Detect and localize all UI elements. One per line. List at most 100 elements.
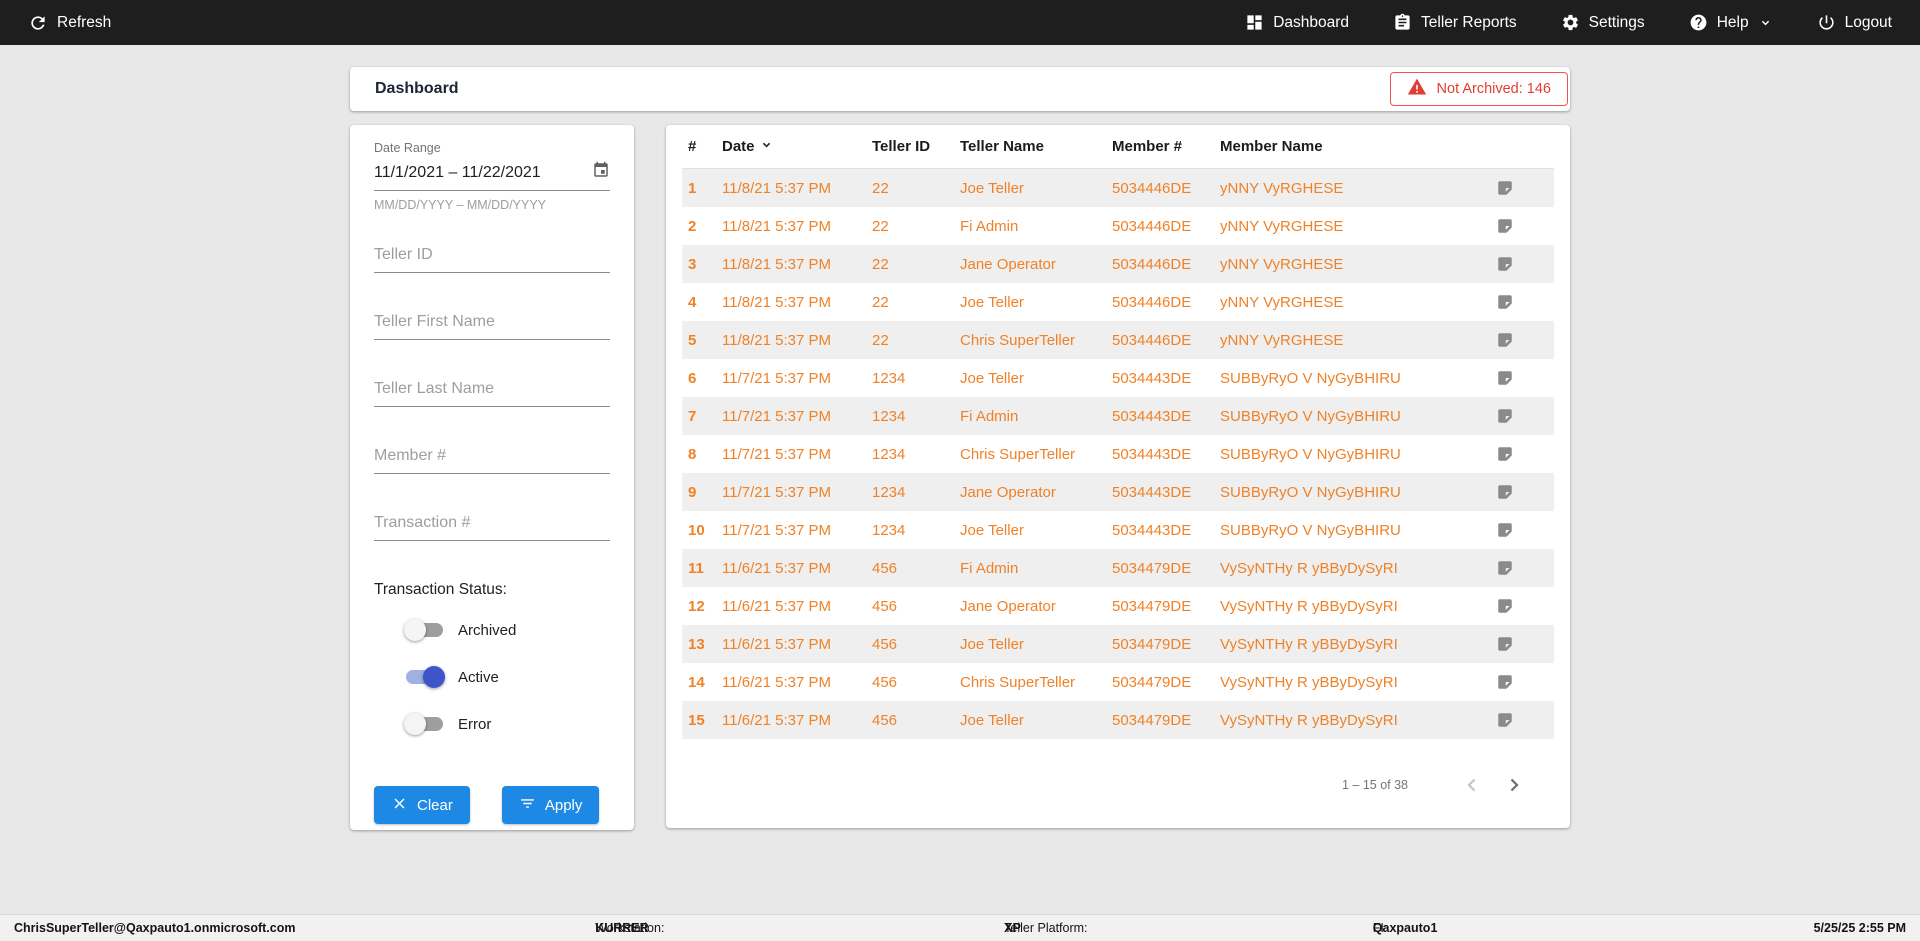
cell-member-name: yNNY VyRGHESE [1220, 255, 1344, 273]
cell-teller-name: Fi Admin [960, 217, 1019, 235]
refresh-button[interactable]: Refresh [28, 13, 111, 33]
cell-date: 11/7/21 5:37 PM [722, 369, 831, 387]
table-row[interactable]: 12 11/6/21 5:37 PM 456 Jane Operator 5034479… [682, 587, 1554, 625]
calendar-icon[interactable] [592, 161, 610, 184]
cell-teller-name: Chris SuperTeller [960, 673, 1076, 691]
archived-toggle-label: Archived [458, 621, 517, 639]
power-icon [1817, 13, 1836, 32]
cell-teller-name: Joe Teller [960, 293, 1024, 311]
prev-page-button[interactable] [1456, 769, 1488, 801]
cell-member-name: VySyNTHy R yBByDySyRI [1220, 635, 1398, 653]
current-datetime: 5/25/25 2:55 PM [1813, 921, 1906, 935]
column-header-date[interactable]: Date [722, 137, 872, 156]
nav-logout[interactable]: Logout [1817, 13, 1892, 32]
note-icon[interactable] [1484, 673, 1554, 691]
next-page-button[interactable] [1498, 769, 1530, 801]
cell-num: 6 [688, 369, 697, 387]
nav-settings[interactable]: Settings [1561, 13, 1645, 32]
note-icon[interactable] [1484, 331, 1554, 349]
table-row[interactable]: 15 11/6/21 5:37 PM 456 Joe Teller 5034479DE V… [682, 701, 1554, 739]
cell-teller-name: Joe Teller [960, 711, 1024, 729]
clear-button[interactable]: Clear [374, 786, 470, 824]
table-row[interactable]: 3 11/8/21 5:37 PM 22 Jane Operator 5034446DE… [682, 245, 1554, 283]
table-row[interactable]: 14 11/6/21 5:37 PM 456 Chris SuperTeller 503… [682, 663, 1554, 701]
apply-button-label: Apply [544, 796, 583, 814]
note-icon[interactable] [1484, 635, 1554, 653]
column-header-member-num[interactable]: Member # [1112, 138, 1220, 155]
note-icon[interactable] [1484, 255, 1554, 273]
cell-member-name: SUBByRyO V NyGyBHIRU [1220, 521, 1401, 539]
sort-desc-icon [759, 137, 774, 156]
nav-settings-label: Settings [1588, 13, 1645, 31]
teller-first-name-input[interactable] [374, 307, 610, 340]
teller-id-input[interactable] [374, 240, 610, 273]
cell-member-name: yNNY VyRGHESE [1220, 293, 1344, 311]
warning-icon [1407, 77, 1427, 101]
note-icon[interactable] [1484, 597, 1554, 615]
nav-dashboard[interactable]: Dashboard [1245, 13, 1349, 32]
cell-teller-id: 1234 [872, 445, 906, 463]
workstation-info: Workstation: KURRER [595, 921, 665, 935]
refresh-label: Refresh [57, 13, 112, 31]
table-row[interactable]: 8 11/7/21 5:37 PM 1234 Chris SuperTeller 503… [682, 435, 1554, 473]
cell-member-name: yNNY VyRGHESE [1220, 179, 1344, 197]
date-range-field[interactable] [374, 157, 610, 191]
cell-date: 11/8/21 5:37 PM [722, 179, 831, 197]
cell-teller-id: 456 [872, 673, 898, 691]
table-row[interactable]: 9 11/7/21 5:37 PM 1234 Jane Operator 5034443… [682, 473, 1554, 511]
note-icon[interactable] [1484, 711, 1554, 729]
table-row[interactable]: 1 11/8/21 5:37 PM 22 Joe Teller 5034446DE yNN… [682, 169, 1554, 207]
archived-toggle[interactable] [404, 619, 445, 641]
cell-date: 11/7/21 5:37 PM [722, 521, 831, 539]
note-icon[interactable] [1484, 369, 1554, 387]
toggle-row-active: Active [404, 661, 610, 693]
member-number-input[interactable] [374, 441, 610, 474]
note-icon[interactable] [1484, 521, 1554, 539]
page-title: Dashboard [375, 80, 459, 97]
table-row[interactable]: 4 11/8/21 5:37 PM 22 Joe Teller 5034446DE yNN… [682, 283, 1554, 321]
table-row[interactable]: 5 11/8/21 5:37 PM 22 Chris SuperTeller 50344… [682, 321, 1554, 359]
note-icon[interactable] [1484, 445, 1554, 463]
cell-member-name: yNNY VyRGHESE [1220, 217, 1344, 235]
transaction-number-input[interactable] [374, 508, 610, 541]
column-header-member-name[interactable]: Member Name [1220, 138, 1484, 155]
table-row[interactable]: 10 11/7/21 5:37 PM 1234 Joe Teller 5034443DE… [682, 511, 1554, 549]
not-archived-badge[interactable]: Not Archived: 146 [1389, 72, 1568, 106]
date-range-input[interactable] [374, 163, 592, 182]
table-row[interactable]: 6 11/7/21 5:37 PM 1234 Joe Teller 5034443DE S… [682, 359, 1554, 397]
cell-teller-name: Joe Teller [960, 521, 1024, 539]
cell-member-num: 5034443DE [1112, 483, 1192, 501]
table-row[interactable]: 11 11/6/21 5:37 PM 456 Fi Admin 5034479DE VyS… [682, 549, 1554, 587]
teller-platform-info: Teller Platform: XP [1004, 921, 1088, 935]
teller-last-name-input[interactable] [374, 374, 610, 407]
error-toggle[interactable] [404, 713, 445, 735]
active-toggle[interactable] [404, 666, 445, 688]
table-row[interactable]: 13 11/6/21 5:37 PM 456 Joe Teller 5034479DE V… [682, 625, 1554, 663]
nav-teller-reports[interactable]: Teller Reports [1393, 13, 1517, 32]
nav-help-label: Help [1716, 13, 1749, 31]
status-bar: ChrisSuperTeller@Qaxpauto1.onmicrosoft.c… [0, 914, 1920, 941]
cell-member-num: 5034446DE [1112, 293, 1192, 311]
cell-teller-name: Fi Admin [960, 559, 1019, 577]
note-icon[interactable] [1484, 483, 1554, 501]
cell-member-name: SUBByRyO V NyGyBHIRU [1220, 445, 1401, 463]
column-header-teller-name[interactable]: Teller Name [960, 138, 1112, 155]
cell-teller-name: Chris SuperTeller [960, 331, 1076, 349]
note-icon[interactable] [1484, 179, 1554, 197]
note-icon[interactable] [1484, 407, 1554, 425]
note-icon[interactable] [1484, 293, 1554, 311]
table-row[interactable]: 7 11/7/21 5:37 PM 1234 Fi Admin 5034443DE SUB… [682, 397, 1554, 435]
cell-member-num: 5034443DE [1112, 521, 1192, 539]
cell-member-num: 5034443DE [1112, 369, 1192, 387]
table-row[interactable]: 2 11/8/21 5:37 PM 22 Fi Admin 5034446DE yNNY … [682, 207, 1554, 245]
cell-member-num: 5034479DE [1112, 673, 1192, 691]
column-header-teller-id[interactable]: Teller ID [872, 138, 960, 155]
apply-button[interactable]: Apply [501, 786, 600, 824]
dashboard-icon [1245, 13, 1264, 32]
chevron-down-icon [1758, 15, 1773, 30]
nav-help[interactable]: Help [1689, 13, 1773, 32]
note-icon[interactable] [1484, 559, 1554, 577]
cell-member-num: 5034446DE [1112, 217, 1192, 235]
date-range-label: Date Range [374, 141, 441, 155]
note-icon[interactable] [1484, 217, 1554, 235]
